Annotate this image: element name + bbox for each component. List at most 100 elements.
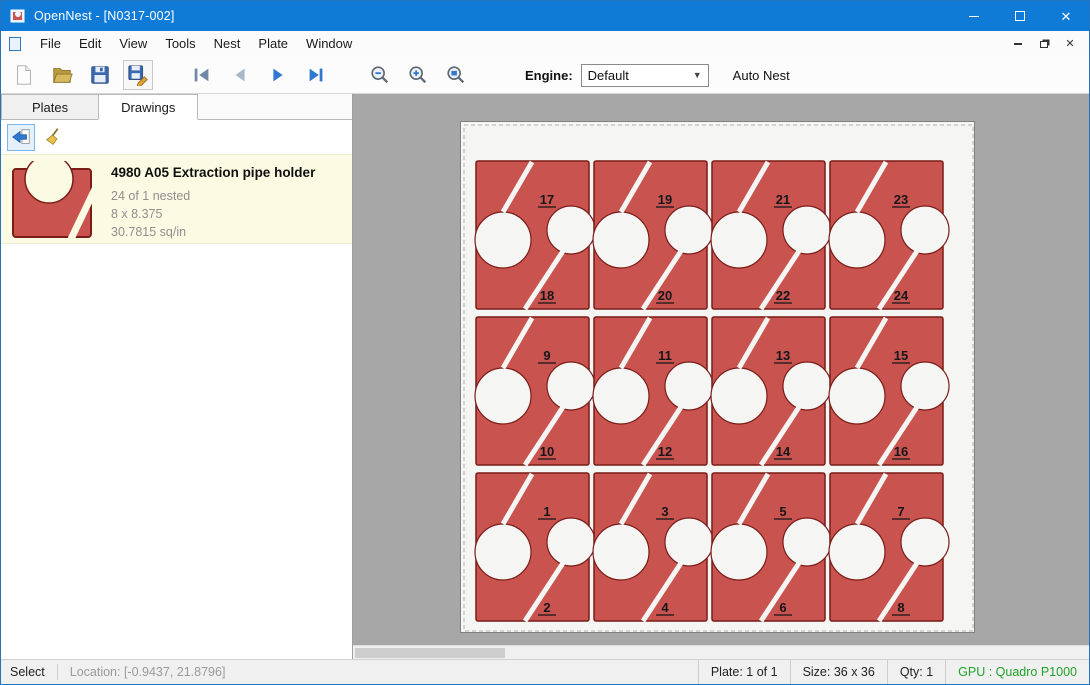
nest-pair[interactable]: 1718	[475, 161, 595, 309]
engine-value: Default	[588, 68, 629, 83]
previous-plate-button[interactable]	[225, 60, 255, 90]
auto-nest-button[interactable]: Auto Nest	[727, 64, 796, 87]
nest-pair[interactable]: 1516	[829, 317, 949, 465]
last-plate-button[interactable]	[301, 60, 331, 90]
scrollbar-thumb[interactable]	[355, 648, 505, 658]
next-plate-button[interactable]	[263, 60, 293, 90]
engine-select[interactable]: Default ▼	[581, 64, 709, 87]
part-notch	[593, 368, 649, 424]
close-button[interactable]: ✕	[1043, 1, 1089, 31]
new-file-icon	[13, 64, 35, 86]
save-edit-button[interactable]	[123, 60, 153, 90]
drawing-area: 30.7815 sq/in	[111, 223, 315, 241]
plate-sheet[interactable]: 171819202122232491011121314151612345678	[460, 121, 975, 633]
zoom-out-button[interactable]	[365, 60, 395, 90]
status-bar: Select Location: [-0.9437, 21.8796] Plat…	[1, 659, 1089, 684]
panel-toolbar	[1, 120, 352, 154]
menu-edit[interactable]: Edit	[70, 31, 110, 57]
minimize-icon	[969, 16, 979, 17]
part-number: 19	[658, 192, 672, 207]
zoom-fit-button[interactable]	[441, 60, 471, 90]
tab-drawings[interactable]: Drawings	[98, 94, 198, 120]
last-icon	[305, 64, 327, 86]
status-location: Location: [-0.9437, 21.8796]	[58, 665, 238, 679]
side-panel: Plates Drawings	[1, 94, 353, 659]
drawing-title: 4980 A05 Extraction pipe holder	[111, 165, 315, 180]
part-notch	[475, 524, 531, 580]
drawing-list-item[interactable]: 4980 A05 Extraction pipe holder 24 of 1 …	[1, 154, 352, 244]
minimize-button[interactable]	[951, 1, 997, 31]
status-size: Size: 36 x 36	[790, 660, 887, 684]
part-notch	[901, 518, 949, 566]
menu-plate[interactable]: Plate	[249, 31, 297, 57]
nest-pair[interactable]: 1314	[711, 317, 831, 465]
send-to-plate-button[interactable]	[7, 124, 35, 151]
save-icon	[89, 64, 111, 86]
part-number: 20	[658, 288, 672, 303]
part-notch	[665, 206, 713, 254]
part-notch	[901, 206, 949, 254]
part-notch	[711, 368, 767, 424]
part-number: 4	[661, 600, 669, 615]
part-number: 13	[776, 348, 790, 363]
part-number: 24	[894, 288, 909, 303]
nest-canvas[interactable]: 171819202122232491011121314151612345678	[353, 94, 1089, 659]
open-button[interactable]	[47, 60, 77, 90]
part-number: 2	[543, 600, 550, 615]
menu-tools[interactable]: Tools	[156, 31, 204, 57]
part-notch	[547, 518, 595, 566]
first-icon	[191, 64, 213, 86]
drawing-nested-count: 24 of 1 nested	[111, 187, 315, 205]
maximize-button[interactable]	[997, 1, 1043, 31]
menu-bar: File Edit View Tools Nest Plate Window ✕	[1, 31, 1089, 57]
part-notch	[593, 212, 649, 268]
part-number: 17	[540, 192, 554, 207]
mdi-close-button[interactable]: ✕	[1057, 34, 1083, 54]
open-folder-icon	[51, 64, 73, 86]
app-icon	[10, 8, 26, 24]
part-notch	[829, 368, 885, 424]
clear-button[interactable]	[41, 124, 69, 151]
nest-pair[interactable]: 34	[593, 473, 713, 621]
part-number: 21	[776, 192, 790, 207]
new-button[interactable]	[9, 60, 39, 90]
close-icon: ✕	[1061, 10, 1072, 23]
mdi-restore-button[interactable]	[1031, 34, 1057, 54]
nest-pair[interactable]: 2122	[711, 161, 831, 309]
nest-pair[interactable]: 910	[475, 317, 595, 465]
part-notch	[593, 524, 649, 580]
menu-window[interactable]: Window	[297, 31, 361, 57]
part-notch	[665, 518, 713, 566]
nest-pair[interactable]: 12	[475, 473, 595, 621]
part-notch	[665, 362, 713, 410]
mdi-minimize-icon	[1014, 43, 1022, 45]
part-notch	[829, 212, 885, 268]
nest-pair[interactable]: 56	[711, 473, 831, 621]
part-number: 10	[540, 444, 554, 459]
application-window: OpenNest - [N0317-002] ✕ File Edit View …	[0, 0, 1090, 685]
nest-pair[interactable]: 78	[829, 473, 949, 621]
part-number: 7	[897, 504, 904, 519]
document-icon	[9, 37, 21, 51]
mdi-minimize-button[interactable]	[1005, 34, 1031, 54]
save-button[interactable]	[85, 60, 115, 90]
nest-pair[interactable]: 2324	[829, 161, 949, 309]
panel-tabstrip: Plates Drawings	[1, 94, 352, 120]
part-notch	[475, 368, 531, 424]
tab-plates[interactable]: Plates	[1, 94, 99, 119]
status-gpu: GPU : Quadro P1000	[945, 660, 1089, 684]
part-notch	[783, 206, 831, 254]
previous-icon	[229, 64, 251, 86]
zoom-in-button[interactable]	[403, 60, 433, 90]
first-plate-button[interactable]	[187, 60, 217, 90]
part-notch	[475, 212, 531, 268]
nest-pair[interactable]: 1112	[593, 317, 713, 465]
nest-pair[interactable]: 1920	[593, 161, 713, 309]
part-number: 15	[894, 348, 908, 363]
part-notch	[783, 518, 831, 566]
horizontal-scrollbar[interactable]	[353, 645, 1089, 659]
menu-nest[interactable]: Nest	[205, 31, 250, 57]
menu-view[interactable]: View	[110, 31, 156, 57]
menu-file[interactable]: File	[31, 31, 70, 57]
maximize-icon	[1015, 11, 1025, 21]
